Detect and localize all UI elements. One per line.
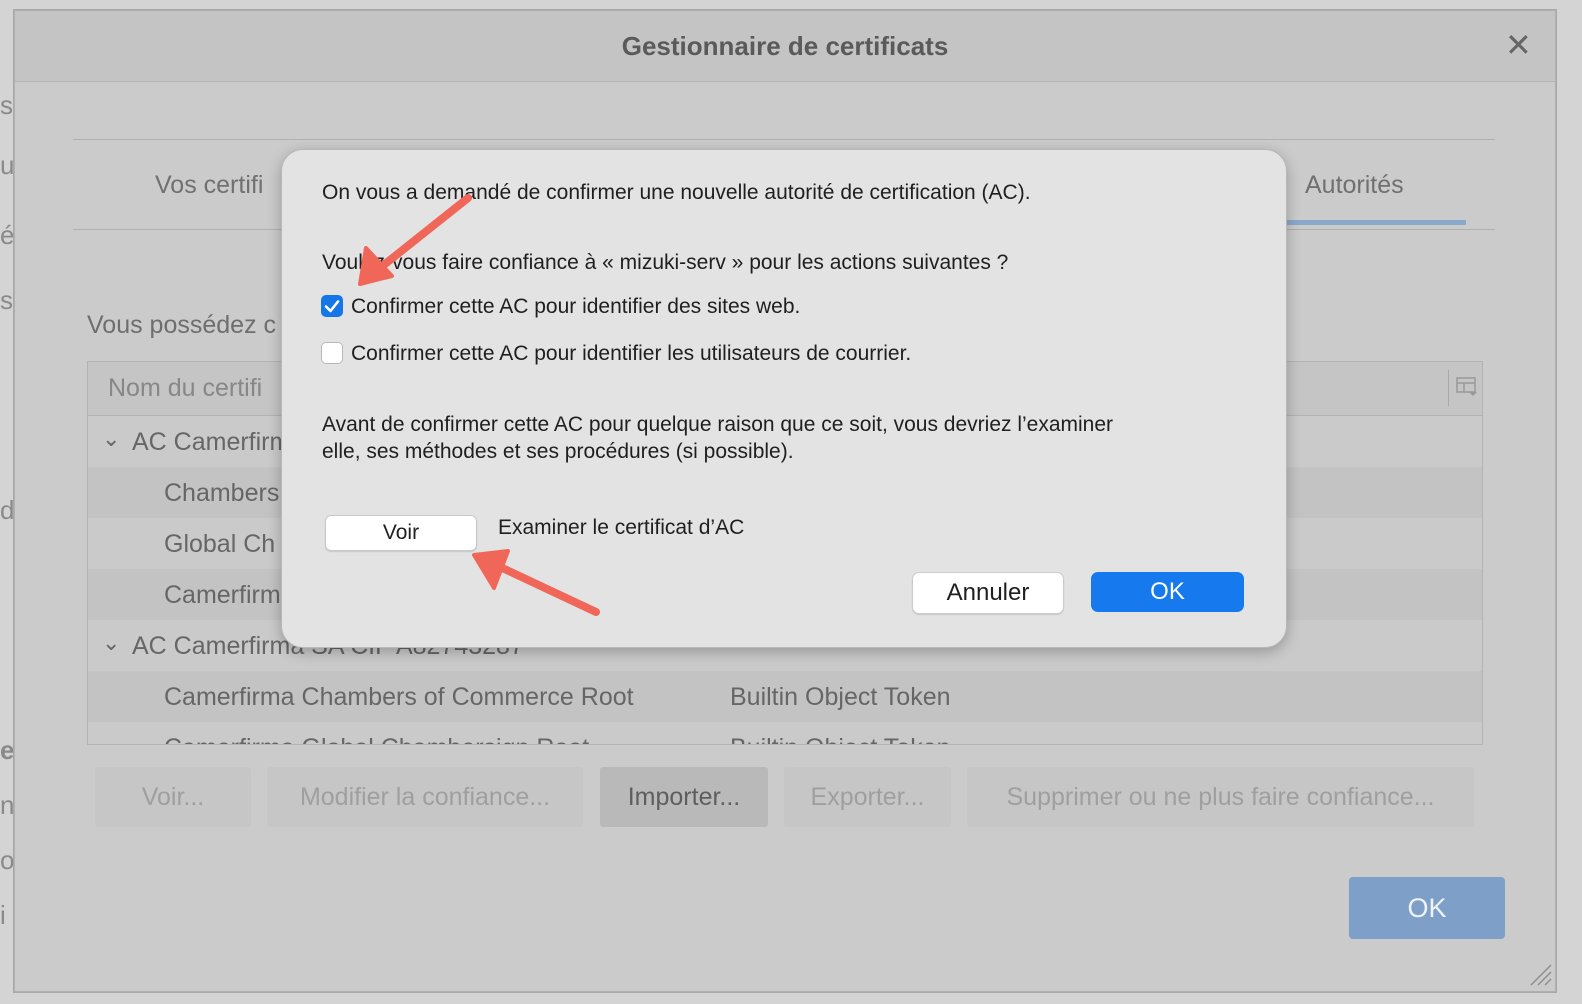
window-title: Gestionnaire de certificats <box>621 31 949 61</box>
view-certificate-label: Examiner le certificat d’AC <box>498 516 745 539</box>
header-divider <box>1448 370 1449 406</box>
background-text: i <box>0 900 6 930</box>
dialog-question: Voulez-vous faire confiance à « mizuki-s… <box>322 251 1009 274</box>
dialog-intro: On vous a demandé de confirmer une nouve… <box>322 181 1031 204</box>
table-row[interactable]: Camerfirma Global Chambersign Root Built… <box>88 722 1482 744</box>
cancel-button[interactable]: Annuler <box>912 572 1064 614</box>
tab-your-certificates[interactable]: Vos certifi <box>155 171 263 200</box>
edit-trust-button[interactable]: Modifier la confiance... <box>267 767 583 827</box>
export-button[interactable]: Exporter... <box>784 767 951 827</box>
row-name: Global Ch <box>164 530 276 558</box>
active-tab-indicator <box>1286 220 1466 225</box>
row-name: Camerfirma Global Chambersign Root <box>164 734 589 744</box>
tab-authorities[interactable]: Autorités <box>1305 171 1404 200</box>
background-text: s <box>0 285 13 315</box>
ok-button[interactable]: OK <box>1091 572 1244 612</box>
confirm-ca-dialog: On vous a demandé de confirmer une nouve… <box>281 149 1287 648</box>
background-text: o <box>0 845 15 875</box>
resize-grip-icon[interactable] <box>1525 959 1553 987</box>
dialog-warning-line2: elle, ses méthodes et ses procédures (si… <box>322 440 794 463</box>
owns-description: Vous possédez c <box>87 311 277 339</box>
background-text: d <box>0 495 15 525</box>
background-text: u <box>0 150 15 180</box>
background-text: n <box>0 790 15 820</box>
row-name: AC Camerfirm <box>132 428 291 456</box>
import-button[interactable]: Importer... <box>600 767 768 827</box>
chevron-down-icon[interactable]: ⌄ <box>102 426 120 452</box>
dialog-warning-line1: Avant de confirmer cette AC pour quelque… <box>322 413 1114 436</box>
column-picker-icon[interactable] <box>1456 376 1478 398</box>
table-row[interactable]: Camerfirma Chambers of Commerce Root Bui… <box>88 671 1482 722</box>
background-text: é <box>0 220 15 250</box>
chevron-down-icon[interactable]: ⌄ <box>102 630 120 656</box>
row-name: Camerfirma Chambers of Commerce Root <box>164 683 634 711</box>
close-icon[interactable]: ✕ <box>1505 29 1532 61</box>
view-certificate-button[interactable]: Voir <box>325 515 477 551</box>
trust-email-label[interactable]: Confirmer cette AC pour identifier les u… <box>351 342 911 366</box>
checkmark-icon <box>324 300 340 313</box>
tab-bar-top-border <box>73 139 1495 140</box>
background-text: e <box>0 735 15 765</box>
window-titlebar: Gestionnaire de certificats ✕ <box>15 11 1555 82</box>
column-header-name[interactable]: Nom du certifi <box>108 374 262 403</box>
delete-or-distrust-button[interactable]: Supprimer ou ne plus faire confiance... <box>967 767 1474 827</box>
row-name: Camerfirm <box>164 581 281 609</box>
trust-email-checkbox[interactable] <box>321 342 343 364</box>
window-ok-button[interactable]: OK <box>1349 877 1505 939</box>
background-text: s <box>0 90 13 120</box>
view-button[interactable]: Voir... <box>95 767 251 827</box>
trust-websites-checkbox[interactable] <box>321 295 343 317</box>
trust-websites-label[interactable]: Confirmer cette AC pour identifier des s… <box>351 295 800 319</box>
row-name: Chambers <box>164 479 280 507</box>
row-token: Builtin Object Token <box>730 683 951 711</box>
row-token: Builtin Object Token <box>730 734 951 744</box>
